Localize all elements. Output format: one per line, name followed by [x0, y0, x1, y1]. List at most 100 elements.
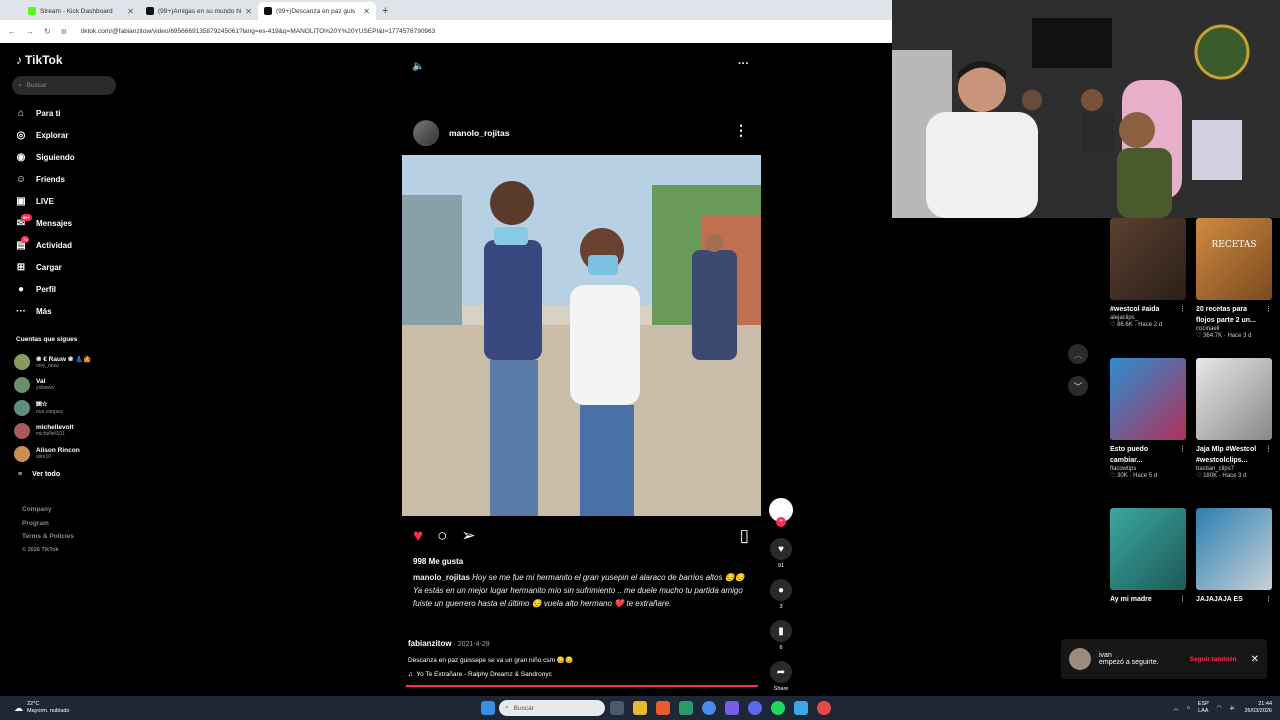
footer-link-terms[interactable]: Terms & Policies — [22, 530, 74, 544]
file-explorer-icon[interactable] — [632, 701, 647, 715]
following-account[interactable]: 𝕸☆ mar.vargasc — [14, 396, 114, 419]
following-account[interactable]: michellevolt michelleil101 — [14, 419, 114, 442]
browser-tab[interactable]: (99+)Amigas en su mundo hist ✕ — [140, 2, 258, 20]
teams-icon[interactable] — [724, 701, 739, 715]
clock[interactable]: 21:44 26/03/2026 — [1244, 701, 1272, 715]
follow-plus-icon[interactable]: + — [776, 517, 786, 527]
sidebar-item-perfil[interactable]: ● Perfil — [14, 278, 114, 300]
site-info-icon[interactable]: ⚙ — [61, 28, 67, 36]
weather-widget[interactable]: ☁ 22°C Mayorm. nublado — [0, 701, 476, 715]
suggestion-meta: ♡ 180K · Hace 3 d — [1196, 473, 1247, 479]
new-tab-button[interactable]: + — [376, 5, 394, 20]
follow-back-button[interactable]: Seguir también — [1190, 656, 1237, 663]
sidebar-item-más[interactable]: ··· Más — [14, 300, 114, 322]
creator-avatar[interactable]: + — [769, 498, 793, 527]
brave-icon[interactable] — [655, 701, 670, 715]
suggestion-thumbnail[interactable] — [1110, 508, 1186, 590]
suggestion-title[interactable]: Ay mi madre ⋮ — [1110, 594, 1186, 605]
forward-icon[interactable]: → — [26, 27, 34, 36]
sidebar-item-explorar[interactable]: ◎ Explorar — [14, 124, 114, 146]
like-button[interactable]: ♥ — [770, 538, 792, 560]
suggestion-thumbnail[interactable] — [1110, 358, 1186, 440]
more-icon[interactable]: ⋮ — [1265, 304, 1272, 315]
more-icon[interactable]: ⋮ — [1265, 594, 1272, 605]
comment-button[interactable]: ● — [770, 579, 792, 601]
suggestion-title[interactable]: Jaja Mlp #Westcol #westcolclips... ⋮ — [1196, 444, 1272, 466]
task-view-icon[interactable] — [609, 701, 624, 715]
share-button[interactable]: ➦ — [770, 661, 792, 683]
save-button[interactable]: ▮ — [770, 620, 792, 642]
browser-tab[interactable]: (99+)Descanza en paz guis ✕ — [258, 2, 376, 20]
sidebar-item-friends[interactable]: ☺ Friends — [14, 168, 114, 190]
speaker-icon[interactable]: 🔈 — [1230, 705, 1237, 711]
following-account[interactable]: Alison Rincon aiire10 — [14, 442, 114, 465]
suggestion-thumbnail[interactable] — [1110, 218, 1186, 300]
suggestion-card[interactable]: Esto puedo cambiar... ⋮ flacowtips ♡ 30K · … — [1110, 358, 1186, 479]
video-music[interactable]: ♫ Yo Te Extrañare - Ralphy Dreamz & Sand… — [408, 671, 552, 678]
suggestion-card[interactable]: Jaja Mlp #Westcol #westcolclips... ⋮ basti… — [1196, 358, 1272, 479]
avatar — [14, 353, 30, 370]
suggestion-card[interactable]: RECETAS 20 recetas para flojos parte 2 un… — [1196, 218, 1272, 339]
taskbar-search[interactable]: ⌕ Buscar — [499, 700, 605, 716]
suggestion-thumbnail[interactable] — [1196, 358, 1272, 440]
more-icon[interactable]: ⋮ — [1179, 304, 1186, 315]
suggestion-thumbnail[interactable] — [1196, 508, 1272, 590]
account-name: Alison Rincon — [36, 447, 80, 454]
suggestion-card[interactable]: Ay mi madre ⋮ — [1110, 508, 1186, 605]
back-icon[interactable]: ← — [8, 27, 16, 36]
more-icon[interactable]: ⋮ — [1265, 444, 1272, 455]
start-icon[interactable] — [480, 701, 495, 715]
wifi-icon[interactable]: ◠ — [1217, 705, 1222, 711]
sidebar-item-cargar[interactable]: ⊞ Cargar — [14, 256, 114, 278]
network-icon[interactable]: ⌂ — [1186, 705, 1189, 711]
tiktok-logo[interactable]: ♪ TikTok — [16, 53, 63, 67]
tab-favicon-icon — [28, 7, 36, 15]
sidebar-item-mensajes[interactable]: ✉ 99+ Mensajes — [14, 212, 114, 234]
suggestion-title[interactable]: JAJAJAJA ES ⋮ — [1196, 594, 1272, 605]
sidebar-item-live[interactable]: ▣ LIVE — [14, 190, 114, 212]
suggestion-title[interactable]: Esto puedo cambiar... ⋮ — [1110, 444, 1186, 466]
next-video-button[interactable]: ﹀ — [1068, 376, 1088, 396]
footer-link-company[interactable]: Company — [22, 503, 74, 517]
notification-avatar — [1069, 648, 1091, 670]
search-input[interactable]: ⌕ Buscar — [12, 76, 116, 95]
sidebar-item-label: Más — [36, 306, 52, 316]
volume-icon[interactable]: 🔈 — [412, 61, 424, 72]
close-tab-icon[interactable]: ✕ — [245, 7, 252, 16]
see-all-button[interactable]: ≡ Ver todo — [18, 471, 60, 478]
avatar — [14, 422, 30, 439]
sidebar-item-siguiendo[interactable]: ◉ Siguiendo — [14, 146, 114, 168]
more-icon[interactable]: ⋮ — [1179, 594, 1186, 605]
close-tab-icon[interactable]: ✕ — [363, 7, 370, 16]
language-indicator[interactable]: ESP LAA — [1198, 701, 1209, 715]
browser-tab[interactable]: Stream - Kick Dashboard ✕ — [22, 2, 140, 20]
discord-icon[interactable] — [747, 701, 762, 715]
obs-icon[interactable] — [816, 701, 831, 715]
video-progress-bar[interactable] — [406, 685, 758, 687]
url-text[interactable]: tiktok.com/@fabianzitow/video/6956669135… — [81, 28, 435, 35]
sidebar-item-para-ti[interactable]: ⌂ Para ti — [14, 102, 114, 124]
close-icon[interactable]: ✕ — [1251, 654, 1259, 665]
more-options-icon[interactable]: ··· — [738, 58, 749, 70]
weather-icon: ☁ — [14, 702, 23, 713]
suggestion-title[interactable]: #westcol #aida ⋮ — [1110, 304, 1186, 315]
edge-icon[interactable] — [678, 701, 693, 715]
reload-icon[interactable]: ↻ — [44, 27, 51, 36]
footer-link-program[interactable]: Program — [22, 517, 74, 531]
suggestion-thumbnail[interactable]: RECETAS — [1196, 218, 1272, 300]
following-account[interactable]: Val ysliawvv — [14, 373, 114, 396]
suggestion-card[interactable]: JAJAJAJA ES ⋮ — [1196, 508, 1272, 605]
following-account[interactable]: ❀ € Rauw ❀ 👗🤷 only_rauw — [14, 350, 114, 373]
tray-chevron-icon[interactable]: ︿ — [1173, 704, 1179, 712]
app-icon[interactable] — [793, 701, 808, 715]
sidebar-item-actividad[interactable]: ▤ 72 Actividad — [14, 234, 114, 256]
post-photo — [402, 155, 761, 516]
previous-video-button[interactable]: ︿ — [1068, 344, 1088, 364]
chrome-icon[interactable] — [701, 701, 716, 715]
suggestion-title[interactable]: 20 recetas para flojos parte 2 un... ⋮ — [1196, 304, 1272, 326]
spotify-icon[interactable] — [770, 701, 785, 715]
close-tab-icon[interactable]: ✕ — [127, 7, 134, 16]
video-author[interactable]: fabianzitow · 2021-4-29 — [408, 639, 490, 648]
suggestion-card[interactable]: #westcol #aida ⋮ alejaclips_ ♡ 86.6K · Hace… — [1110, 218, 1186, 328]
more-icon[interactable]: ⋮ — [1179, 444, 1186, 455]
